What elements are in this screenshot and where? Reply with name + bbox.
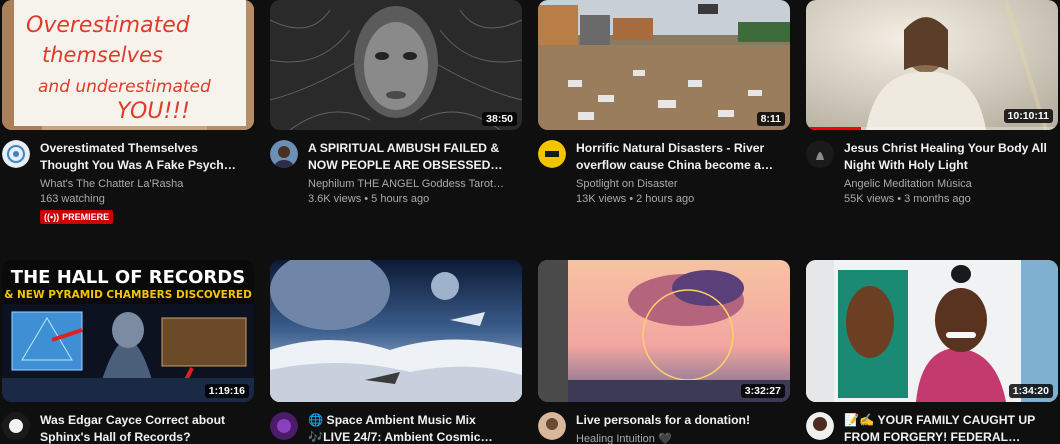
video-thumbnail[interactable]: THE HALL OF RECORDS & NEW PYRAMID CHAMBE… <box>2 260 254 402</box>
channel-avatar[interactable] <box>538 140 566 168</box>
video-thumbnail[interactable]: 8:11 <box>538 0 790 130</box>
video-duration: 3:32:27 <box>740 384 785 398</box>
video-stats: 13K views • 2 hours ago <box>576 193 695 205</box>
more-options-icon[interactable]: ⋮ <box>1054 412 1060 428</box>
channel-avatar[interactable] <box>2 140 30 168</box>
channel-name[interactable]: Nephilum THE ANGEL Goddess Tarot… <box>308 177 512 191</box>
channel-name[interactable]: Angelic Meditation Música <box>844 177 1048 191</box>
video-card[interactable]: THE HALL OF RECORDS & NEW PYRAMID CHAMBE… <box>2 260 254 444</box>
thumb-text-1: Overestimated <box>26 13 191 38</box>
thumb-text-2: themselves <box>42 43 163 67</box>
video-duration: 1:19:16 <box>204 384 249 398</box>
video-thumbnail[interactable]: Overestimated themselves and underestima… <box>2 0 254 130</box>
thumb-text-2: & NEW PYRAMID CHAMBERS DISCOVERED <box>4 289 252 301</box>
video-card[interactable]: Overestimated themselves and underestima… <box>2 0 254 225</box>
thumb-text-3: and underestimated <box>38 77 211 97</box>
video-duration: 10:10:11 <box>1003 109 1053 123</box>
video-thumbnail[interactable] <box>270 260 522 402</box>
video-thumbnail[interactable]: 10:10:11 <box>806 0 1058 130</box>
channel-avatar[interactable] <box>806 412 834 440</box>
channel-name[interactable]: Spotlight on Disaster <box>576 177 780 191</box>
video-title[interactable]: Horrific Natural Disasters - River overf… <box>576 140 780 174</box>
premiere-badge: ((•)) PREMIERE <box>40 210 114 224</box>
live-signal-icon: ((•)) <box>44 212 60 222</box>
channel-avatar[interactable] <box>270 412 298 440</box>
video-card[interactable]: 38:50 A SPIRITUAL AMBUSH FAILED & NOW PE… <box>270 0 522 207</box>
video-thumbnail[interactable]: 38:50 <box>270 0 522 130</box>
video-duration: 38:50 <box>482 112 517 126</box>
badge-label: PREMIERE <box>62 212 110 222</box>
video-title[interactable]: Jesus Christ Healing Your Body All Night… <box>844 140 1048 174</box>
video-title[interactable]: 📝✍️ YOUR FAMILY CAUGHT UP FROM FORGERY! … <box>844 412 1048 444</box>
thumb-text-4: YOU!!! <box>117 99 190 124</box>
video-title[interactable]: Live personals for a donation! <box>576 412 780 429</box>
video-thumbnail[interactable]: 3:32:27 <box>538 260 790 402</box>
video-thumbnail[interactable]: 1:34:20 <box>806 260 1058 402</box>
video-title[interactable]: Was Edgar Cayce Correct about Sphinx's H… <box>40 412 244 444</box>
video-stats: 55K views • 3 months ago <box>844 193 971 205</box>
video-card[interactable]: 🌐 Space Ambient Music Mix 🎶LIVE 24/7: Am… <box>270 260 522 444</box>
video-card[interactable]: 3:32:27 Live personals for a donation! H… <box>538 260 790 444</box>
video-title[interactable]: 🌐 Space Ambient Music Mix 🎶LIVE 24/7: Am… <box>308 412 512 444</box>
video-card[interactable]: 8:11 Horrific Natural Disasters - River … <box>538 0 790 207</box>
channel-name[interactable]: Healing Intuition 🖤 <box>576 432 780 444</box>
channel-avatar[interactable] <box>806 140 834 168</box>
channel-avatar[interactable] <box>2 412 30 440</box>
watch-progress-bar <box>806 127 862 130</box>
thumb-text-1: THE HALL OF RECORDS <box>11 267 245 288</box>
video-stats: 163 watching <box>40 193 105 205</box>
channel-avatar[interactable] <box>538 412 566 440</box>
video-grid: Overestimated themselves and underestima… <box>0 0 1060 444</box>
video-duration: 8:11 <box>756 112 785 126</box>
video-card[interactable]: 1:34:20 📝✍️ YOUR FAMILY CAUGHT UP FROM F… <box>806 260 1060 444</box>
video-title[interactable]: A SPIRITUAL AMBUSH FAILED & NOW PEOPLE A… <box>308 140 512 174</box>
channel-avatar[interactable] <box>270 140 298 168</box>
video-card[interactable]: 10:10:11 Jesus Christ Healing Your Body … <box>806 0 1058 207</box>
video-title[interactable]: Overestimated Themselves Thought You Was… <box>40 140 244 174</box>
channel-name[interactable]: What's The Chatter La'Rasha <box>40 177 244 191</box>
video-stats: 3.6K views • 5 hours ago <box>308 193 430 205</box>
video-duration: 1:34:20 <box>1008 384 1053 398</box>
